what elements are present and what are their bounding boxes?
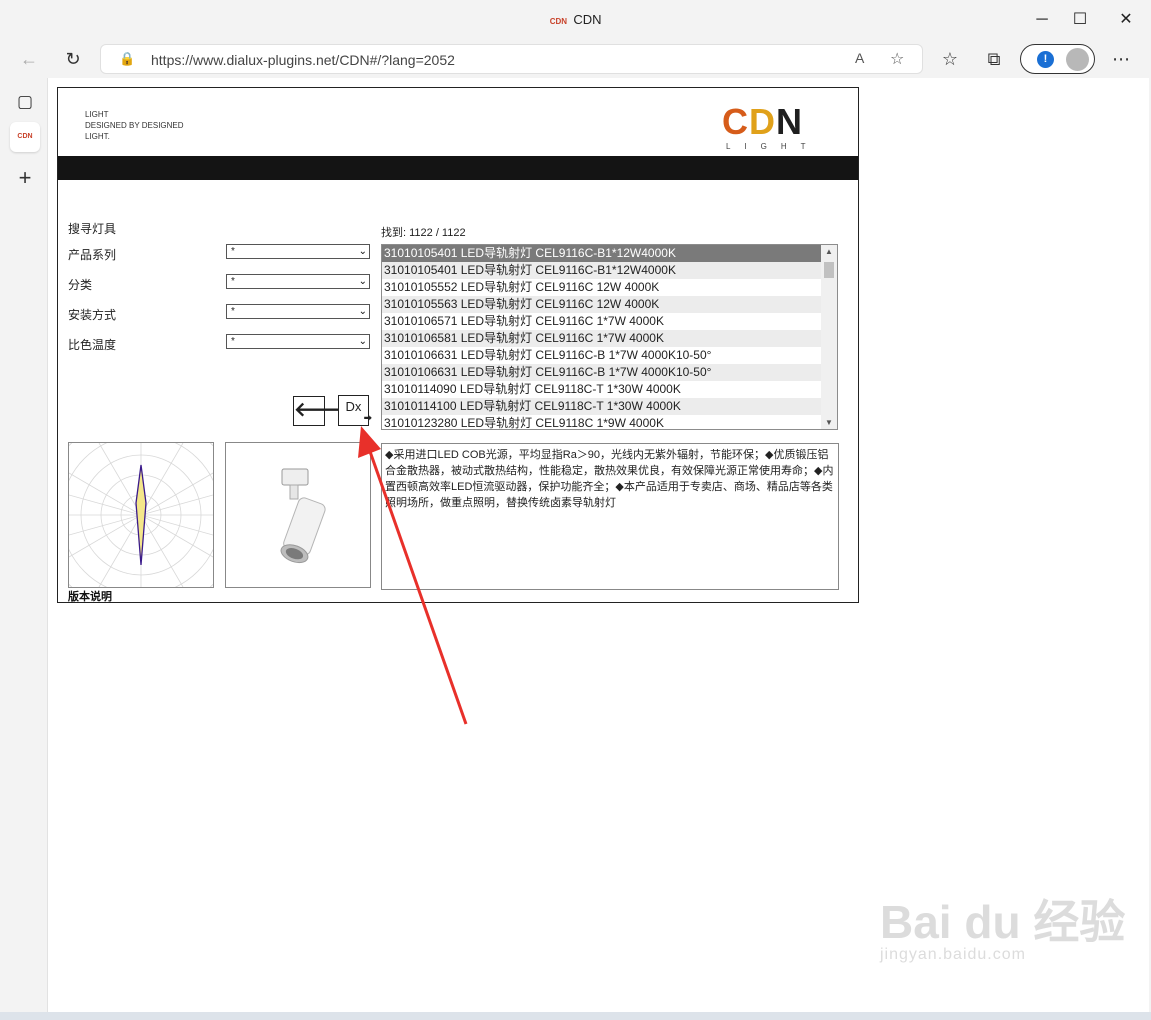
lock-icon[interactable]: 🔒 <box>119 51 135 67</box>
chevron-down-icon: ⌄ <box>358 306 367 317</box>
chevron-down-icon: ⌄ <box>358 246 367 257</box>
scroll-up-icon[interactable]: ▲ <box>825 247 833 256</box>
logo-letter: D <box>749 101 776 142</box>
chevron-down-icon: ⌄ <box>358 336 367 347</box>
result-count: 找到: 1122 / 1122 <box>381 227 466 239</box>
window-title: CDN CDN <box>0 12 1151 27</box>
plugin-frame: LIGHT DESIGNED BY DESIGNED LIGHT. CDN LI… <box>57 87 859 603</box>
baidu-watermark: Bai du 经验 jingyan.baidu.com <box>880 898 1125 964</box>
list-item[interactable]: 31010114100 LED导轨射灯 CEL9118C-T 1*30W 400… <box>382 398 837 415</box>
tagline-line: DESIGNED BY DESIGNED <box>85 121 184 130</box>
vertical-tabs-panel: ▢ CDN + <box>0 78 48 1020</box>
url-text[interactable]: https://www.dialux-plugins.net/CDN#/?lan… <box>151 52 455 68</box>
list-item[interactable]: 31010105401 LED导轨射灯 CEL9116C-B1*12W4000K <box>382 262 837 279</box>
logo-subtext: LIGHT <box>726 142 820 151</box>
alert-badge-icon: ! <box>1037 51 1054 68</box>
dialux-export-button[interactable]: Dx ➡ <box>338 395 372 426</box>
close-button[interactable]: ✕ <box>1114 8 1138 32</box>
list-item[interactable]: 31010105401 LED导轨射灯 CEL9116C-B1*12W4000K <box>382 245 837 262</box>
logo-letter: C <box>722 101 749 142</box>
product-photo <box>225 442 371 588</box>
read-aloud-icon[interactable]: A <box>855 50 864 66</box>
minimize-button[interactable]: ─ <box>1030 8 1054 32</box>
more-menu-icon[interactable]: ⋯ <box>1107 45 1135 73</box>
list-item[interactable]: 31010106631 LED导轨射灯 CEL9116C-B 1*7W 4000… <box>382 364 837 381</box>
header-bar <box>58 156 858 180</box>
favorites-icon[interactable]: ☆ <box>936 45 964 73</box>
light-distribution-icon <box>58 414 242 602</box>
list-item[interactable]: 31010123280 LED导轨射灯 CEL9118C 1*9W 4000K <box>382 415 837 429</box>
watermark-sub: jingyan.baidu.com <box>880 946 1026 963</box>
tagline: LIGHT DESIGNED BY DESIGNED LIGHT. <box>85 109 184 142</box>
chevron-down-icon: ⌄ <box>358 276 367 287</box>
select-value: * <box>231 276 235 287</box>
title-bar: CDN CDN ─ ☐ ✕ <box>0 0 1151 40</box>
polar-diagram <box>58 414 242 602</box>
back-arrow-icon[interactable]: ← <box>15 45 43 73</box>
list-item[interactable]: 31010106581 LED导轨射灯 CEL9116C 1*7W 4000K <box>382 330 837 347</box>
listbox-scrollbar[interactable]: ▲ ▼ <box>821 245 837 429</box>
tab-actions-icon[interactable]: ▢ <box>10 87 40 117</box>
select-value: * <box>231 306 235 317</box>
profile-button[interactable]: ! <box>1020 44 1095 74</box>
tagline-line: LIGHT. <box>85 132 110 141</box>
filter-label-cct: 比色温度 <box>68 338 117 352</box>
track-light-icon <box>280 468 326 564</box>
filter-label-category: 分类 <box>68 278 93 292</box>
search-title: 搜寻灯具 <box>68 222 117 236</box>
tagline-line: LIGHT <box>85 110 109 119</box>
dx-label: Dx <box>345 399 362 414</box>
window-title-text: CDN <box>573 12 602 27</box>
address-bar[interactable]: 🔒 https://www.dialux-plugins.net/CDN#/?l… <box>100 44 923 74</box>
mounting-select[interactable]: * ⌄ <box>226 304 370 319</box>
list-item[interactable]: 31010105552 LED导轨射灯 CEL9116C 12W 4000K <box>382 279 837 296</box>
watermark-main: Bai du 经验 <box>880 896 1126 948</box>
series-select[interactable]: * ⌄ <box>226 244 370 259</box>
page-viewport: LIGHT DESIGNED BY DESIGNED LIGHT. CDN LI… <box>48 78 1149 1012</box>
scroll-thumb[interactable] <box>824 262 834 278</box>
select-value: * <box>231 246 235 257</box>
cct-select[interactable]: * ⌄ <box>226 334 370 349</box>
collections-icon[interactable]: ⧉ <box>980 45 1008 73</box>
list-item[interactable]: 31010105563 LED导轨射灯 CEL9116C 12W 4000K <box>382 296 837 313</box>
version-notes-link[interactable]: 版本说明 <box>68 588 112 602</box>
arrow-right-icon: ➡ <box>363 413 372 424</box>
list-item[interactable]: 31010114090 LED导轨射灯 CEL9118C-T 1*30W 400… <box>382 381 837 398</box>
refresh-icon[interactable]: ↻ <box>59 45 87 73</box>
filter-label-mounting: 安装方式 <box>68 308 117 322</box>
new-tab-icon[interactable]: + <box>10 163 40 193</box>
browser-toolbar: ← ↻ 🔒 https://www.dialux-plugins.net/CDN… <box>0 40 1151 78</box>
tab-cdn[interactable]: CDN <box>10 122 40 152</box>
add-favorite-icon[interactable]: ☆ <box>890 49 904 69</box>
cdn-logo: CDN <box>722 104 803 140</box>
list-item[interactable]: 31010106631 LED导轨射灯 CEL9116C-B 1*7W 4000… <box>382 347 837 364</box>
logo-letter: N <box>776 101 803 142</box>
list-item[interactable]: 31010106571 LED导轨射灯 CEL9116C 1*7W 4000K <box>382 313 837 330</box>
scroll-down-icon[interactable]: ▼ <box>825 418 833 427</box>
category-select[interactable]: * ⌄ <box>226 274 370 289</box>
product-listbox[interactable]: 31010105401 LED导轨射灯 CEL9116C-B1*12W4000K… <box>381 244 838 430</box>
cdn-favicon-icon: CDN <box>549 17 568 26</box>
maximize-button[interactable]: ☐ <box>1068 8 1092 32</box>
product-description: ◆采用进口LED COB光源，平均显指Ra＞90，光线内无紫外辐射，节能环保；◆… <box>381 443 839 590</box>
select-value: * <box>231 336 235 347</box>
avatar <box>1066 48 1089 71</box>
back-button[interactable]: 🡐 <box>293 396 348 426</box>
filter-label-series: 产品系列 <box>68 248 117 262</box>
taskbar-strip <box>0 1012 1151 1020</box>
